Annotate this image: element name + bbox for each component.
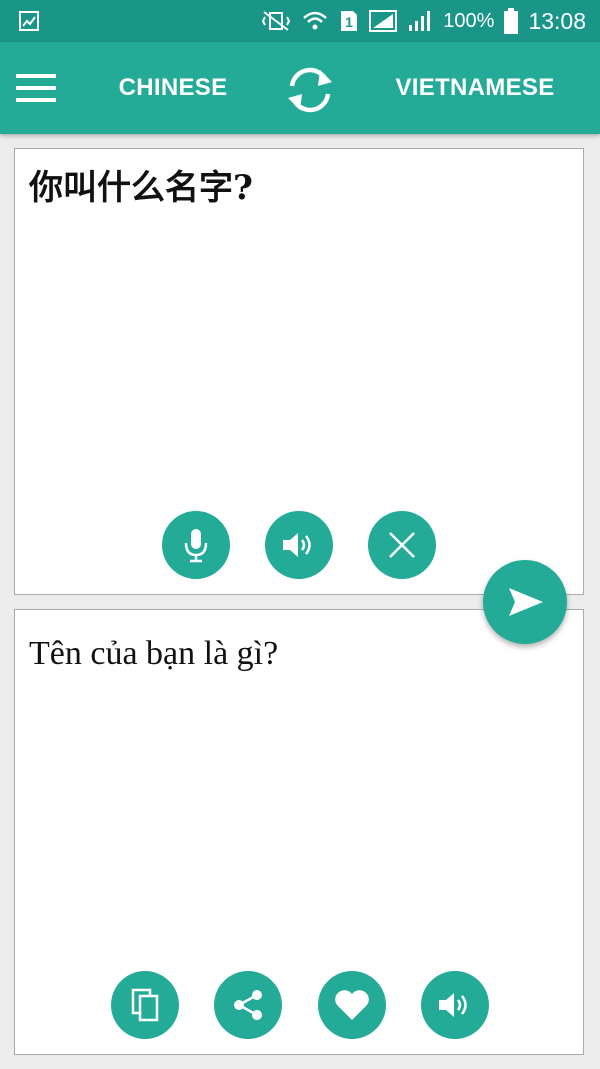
- share-button[interactable]: [214, 971, 282, 1039]
- clock: 13:08: [528, 7, 586, 34]
- app-bar: CHINESE VIETNAMESE: [0, 42, 600, 134]
- battery-icon: [504, 8, 519, 34]
- hamburger-icon[interactable]: [14, 68, 58, 108]
- favorite-button[interactable]: [318, 971, 386, 1039]
- swap-languages-icon[interactable]: [282, 62, 338, 118]
- speaker-icon: [439, 993, 467, 1017]
- share-icon: [234, 990, 262, 1020]
- heart-icon: [335, 990, 369, 1020]
- wifi-icon: [303, 11, 328, 30]
- gallery-notification-icon: [19, 11, 39, 31]
- speak-translation-button[interactable]: [421, 971, 489, 1039]
- close-icon: [389, 532, 415, 558]
- sim-slot-number: 1: [345, 14, 353, 30]
- copy-button[interactable]: [111, 971, 179, 1039]
- translation-panel: Tên của bạn là gì?: [14, 609, 584, 1055]
- speak-source-button[interactable]: [265, 511, 333, 579]
- battery-percent: 100%: [443, 9, 495, 32]
- vibrate-mute-icon: [262, 11, 291, 31]
- translate-button[interactable]: [483, 560, 567, 644]
- microphone-icon: [184, 529, 208, 563]
- copy-icon: [131, 988, 159, 1022]
- source-text-panel: 你叫什么名字?: [14, 148, 584, 595]
- signal-icon-2: [409, 11, 431, 31]
- target-language-button[interactable]: VIETNAMESE: [380, 42, 570, 134]
- send-icon: [509, 588, 543, 616]
- clear-text-button[interactable]: [368, 511, 436, 579]
- status-bar: 1 100% 13:08: [0, 0, 600, 42]
- microphone-button[interactable]: [162, 511, 230, 579]
- signal-icon-1: [369, 10, 398, 32]
- sim-card-icon: 1: [341, 11, 358, 31]
- source-text-input[interactable]: 你叫什么名字?: [29, 163, 569, 213]
- source-language-button[interactable]: CHINESE: [98, 42, 248, 134]
- speaker-icon: [283, 533, 311, 557]
- status-icons: 1 100% 13:08: [261, 0, 586, 42]
- translated-text: Tên của bạn là gì?: [29, 635, 279, 672]
